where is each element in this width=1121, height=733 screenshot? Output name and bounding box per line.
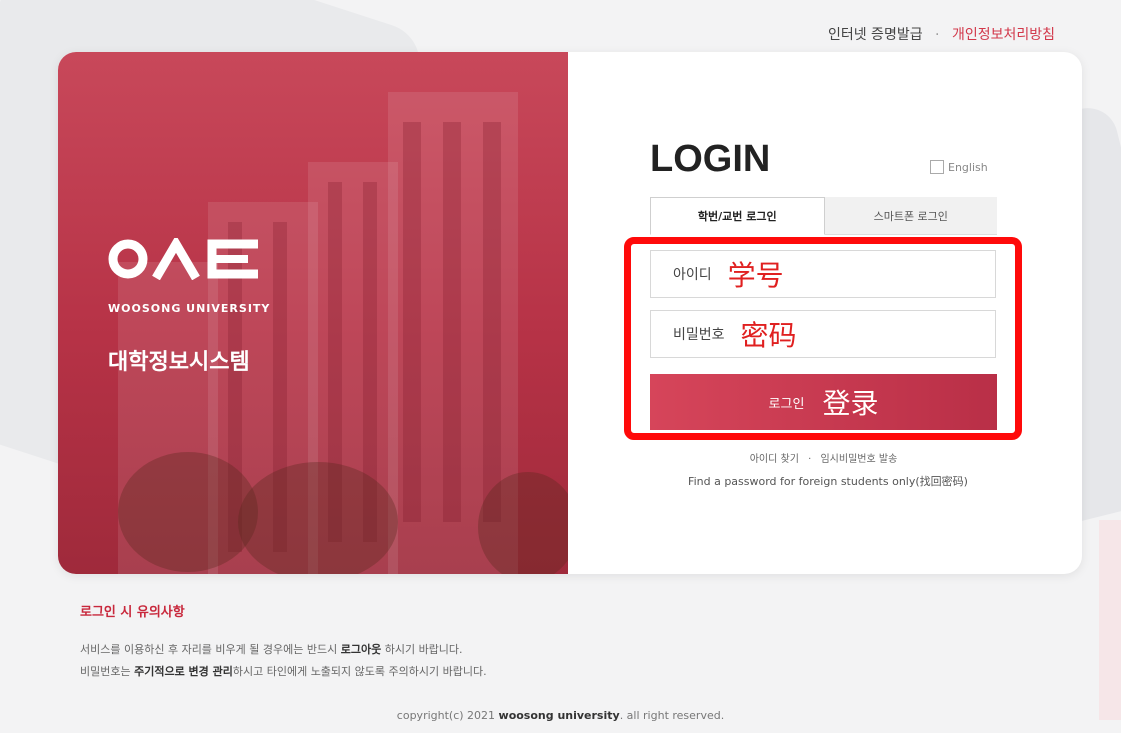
- annotation-highlight-box: [624, 237, 1022, 440]
- temp-password-link[interactable]: 임시비밀번호 발송: [820, 454, 897, 465]
- tree-shape: [118, 452, 258, 572]
- find-id-link[interactable]: 아이디 찾기: [750, 454, 799, 465]
- tab-id-login[interactable]: 학번/교번 로그인: [650, 197, 825, 235]
- notice-text: 비밀번호는: [80, 665, 135, 678]
- foreign-password-link[interactable]: Find a password for foreign students onl…: [638, 473, 1018, 489]
- english-label: English: [948, 160, 988, 174]
- copyright: copyright(c) 2021 woosong university. al…: [0, 709, 1121, 722]
- tab-smartphone-login[interactable]: 스마트폰 로그인: [824, 197, 997, 235]
- notice-line: 비밀번호는 주기적으로 변경 관리하시고 타인에게 노출되지 않도록 주의하시기…: [80, 663, 487, 679]
- english-toggle[interactable]: English: [930, 160, 988, 174]
- tree-shape: [478, 472, 568, 574]
- tree-shape: [238, 462, 398, 574]
- notice-title: 로그인 시 유의사항: [80, 605, 185, 620]
- notice-text: 하시고 타인에게 노출되지 않도록 주의하시기 바랍니다.: [232, 665, 487, 678]
- top-links: 인터넷 증명발급 · 개인정보처리방침: [828, 24, 1055, 44]
- hero-image: WOOSONG UNIVERSITY 대학정보시스템: [58, 52, 568, 574]
- login-card: WOOSONG UNIVERSITY 대학정보시스템 LOGIN English…: [58, 52, 1082, 574]
- find-links: 아이디 찾기 · 임시비밀번호 발송: [650, 450, 997, 465]
- login-title: LOGIN: [650, 138, 771, 180]
- privacy-policy-link[interactable]: 개인정보처리방침: [952, 27, 1055, 43]
- copyright-university: woosong university: [498, 709, 620, 722]
- notice-text: 하시기 바랍니다.: [381, 643, 463, 656]
- building-column: [443, 122, 461, 522]
- copyright-text: copyright(c) 2021: [396, 709, 499, 722]
- building-column: [483, 122, 501, 522]
- university-name: WOOSONG UNIVERSITY: [108, 302, 271, 315]
- login-tabs: 학번/교번 로그인 스마트폰 로그인: [650, 197, 997, 235]
- notice-bold: 로그아웃: [340, 643, 382, 656]
- english-checkbox[interactable]: [930, 160, 944, 174]
- system-name: 대학정보시스템: [108, 350, 250, 375]
- copyright-text: . all right reserved.: [619, 709, 725, 722]
- certificate-link[interactable]: 인터넷 증명발급: [828, 27, 923, 43]
- notice-bold: 주기적으로 변경 관리: [134, 665, 233, 678]
- building-column: [403, 122, 421, 522]
- login-panel: LOGIN English 학번/교번 로그인 스마트폰 로그인 아이디 学号 …: [568, 52, 1082, 574]
- link-separator: ·: [935, 27, 940, 43]
- notice-line: 서비스를 이용하신 후 자리를 비우게 될 경우에는 반드시 로그아웃 하시기 …: [80, 641, 463, 657]
- notice-text: 서비스를 이용하신 후 자리를 비우게 될 경우에는 반드시: [80, 643, 341, 656]
- find-separator: ·: [808, 454, 812, 465]
- woosong-logo-icon: [108, 238, 258, 280]
- background-accent: [1099, 520, 1121, 720]
